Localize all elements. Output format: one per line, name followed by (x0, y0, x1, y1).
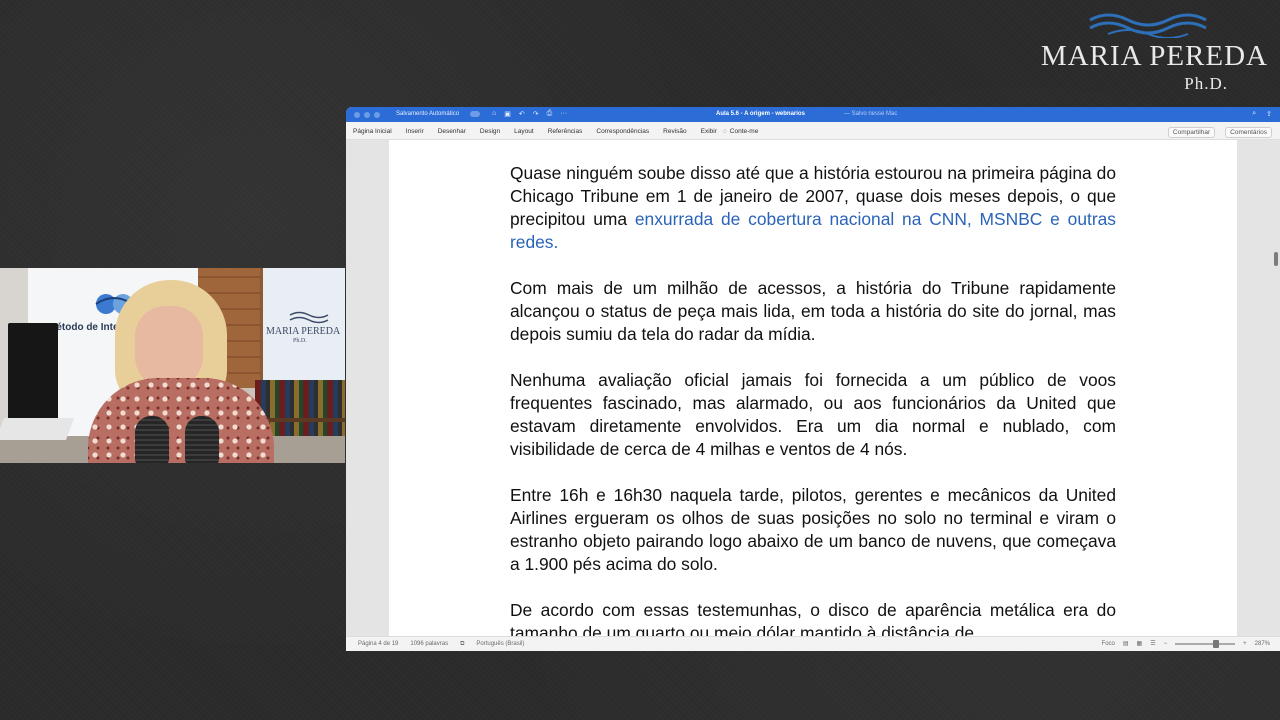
share-button[interactable]: Compartilhar (1167, 127, 1216, 138)
presenter-body (88, 378, 274, 463)
proofing-icon[interactable]: ⧉ (460, 641, 464, 648)
tab-view[interactable]: Exibir (701, 128, 717, 135)
vertical-scrollbar[interactable] (1274, 252, 1278, 266)
document-body[interactable]: Quase ninguém soube disso até que a hist… (510, 162, 1116, 636)
brand-logo: Maria Pereda Ph.D. (1028, 10, 1268, 93)
microphone (185, 416, 219, 463)
tab-mailings[interactable]: Correspondências (596, 128, 649, 135)
window-controls (354, 112, 380, 118)
tab-design[interactable]: Design (480, 128, 500, 135)
poster-text: Maria Pereda (266, 326, 341, 337)
tab-home[interactable]: Página Inicial (353, 128, 392, 135)
paragraph: Com mais de um milhão de acessos, a hist… (510, 278, 1116, 344)
tell-me[interactable]: ◌ Conte-me (723, 128, 758, 135)
microphone (135, 416, 169, 463)
poster: Maria Pereda Ph.D. (260, 268, 345, 380)
page-count[interactable]: Página 4 de 19 (358, 641, 398, 648)
status-bar: Página 4 de 19 1096 palavras ⧉ Português… (346, 636, 1280, 651)
poster-subtext: Ph.D. (293, 338, 307, 344)
tell-me-label: Conte-me (729, 128, 759, 135)
web-layout-icon[interactable]: ▦ (1137, 640, 1143, 647)
webcam-feed: Método de Integr Maria Pereda Ph.D. (0, 268, 345, 463)
print-layout-icon[interactable]: ▤ (1123, 640, 1129, 647)
language[interactable]: Português (Brasil) (476, 641, 524, 648)
ribbon-right: Compartilhar Comentários (1167, 127, 1272, 138)
zoom-in-icon[interactable]: + (1243, 641, 1247, 647)
redo-icon[interactable]: ↷ (533, 110, 539, 118)
paragraph: Quase ninguém soube disso até que a hist… (510, 162, 1116, 254)
zoom-level[interactable]: 287% (1255, 641, 1270, 647)
more-icon[interactable]: ··· (560, 110, 567, 118)
home-icon[interactable]: ⌂ (492, 110, 496, 118)
status-right: Foco ▤ ▦ ☰ − + 287% (1102, 639, 1270, 648)
document-save-status: — Salvo nesse Mac (844, 111, 898, 117)
word-window: Salvamento Automático ⌂ ▣ ↶ ↷ ⎙ ··· Aula… (346, 107, 1280, 651)
tab-layout[interactable]: Layout (514, 128, 534, 135)
document-title: Aula 5.6 - A origem - webnarios (716, 111, 805, 117)
autosave-label: Salvamento Automático (396, 111, 460, 117)
undo-icon[interactable]: ↶ (519, 110, 525, 118)
share-icon[interactable]: ⇪ (1266, 110, 1272, 118)
monitor (8, 323, 58, 423)
paragraph: Entre 16h e 16h30 naquela tarde, pilotos… (510, 485, 1116, 574)
outline-icon[interactable]: ☰ (1150, 640, 1155, 647)
brand-degree: Ph.D. (1184, 74, 1228, 93)
title-bar: Salvamento Automático ⌂ ▣ ↶ ↷ ⎙ ··· Aula… (346, 107, 1280, 122)
zoom-slider[interactable] (1175, 639, 1236, 648)
comments-button[interactable]: Comentários (1225, 127, 1272, 138)
document-canvas: Quase ninguém soube disso até que a hist… (346, 140, 1280, 636)
minimize-button[interactable] (364, 112, 370, 118)
tab-draw[interactable]: Desenhar (438, 128, 466, 135)
quick-access-toolbar: ⌂ ▣ ↶ ↷ ⎙ ··· (492, 110, 567, 118)
search-icon[interactable]: ⌕ (1252, 110, 1256, 118)
paragraph: De acordo com essas testemunhas, o disco… (510, 600, 1116, 636)
close-button[interactable] (354, 112, 360, 118)
lightbulb-icon: ◌ (722, 128, 727, 135)
paragraph: Nenhuma avaliação oficial jamais foi for… (510, 370, 1116, 459)
tab-insert[interactable]: Inserir (406, 128, 424, 135)
titlebar-right: ⌕ ⇪ (1252, 110, 1272, 118)
tab-review[interactable]: Revisão (663, 128, 686, 135)
brand-name: Maria Pereda (1040, 40, 1268, 72)
waves-icon (1089, 13, 1207, 38)
keyboard (0, 418, 75, 440)
word-count[interactable]: 1096 palavras (410, 641, 448, 648)
waves-icon (289, 311, 329, 324)
status-left: Página 4 de 19 1096 palavras ⧉ Português… (358, 641, 524, 648)
ribbon-tabs: Página Inicial Inserir Desenhar Design L… (353, 128, 758, 135)
tab-references[interactable]: Referências (548, 128, 583, 135)
focus-button[interactable]: Foco (1102, 641, 1115, 647)
zoom-button[interactable] (374, 112, 380, 118)
save-icon[interactable]: ▣ (504, 110, 511, 118)
print-icon[interactable]: ⎙ (547, 110, 553, 118)
zoom-slider-thumb[interactable] (1213, 639, 1220, 648)
autosave-toggle[interactable] (470, 111, 480, 117)
document-page[interactable]: Quase ninguém soube disso até que a hist… (389, 140, 1237, 636)
zoom-out-icon[interactable]: − (1164, 641, 1168, 647)
ribbon: Página Inicial Inserir Desenhar Design L… (346, 122, 1280, 140)
